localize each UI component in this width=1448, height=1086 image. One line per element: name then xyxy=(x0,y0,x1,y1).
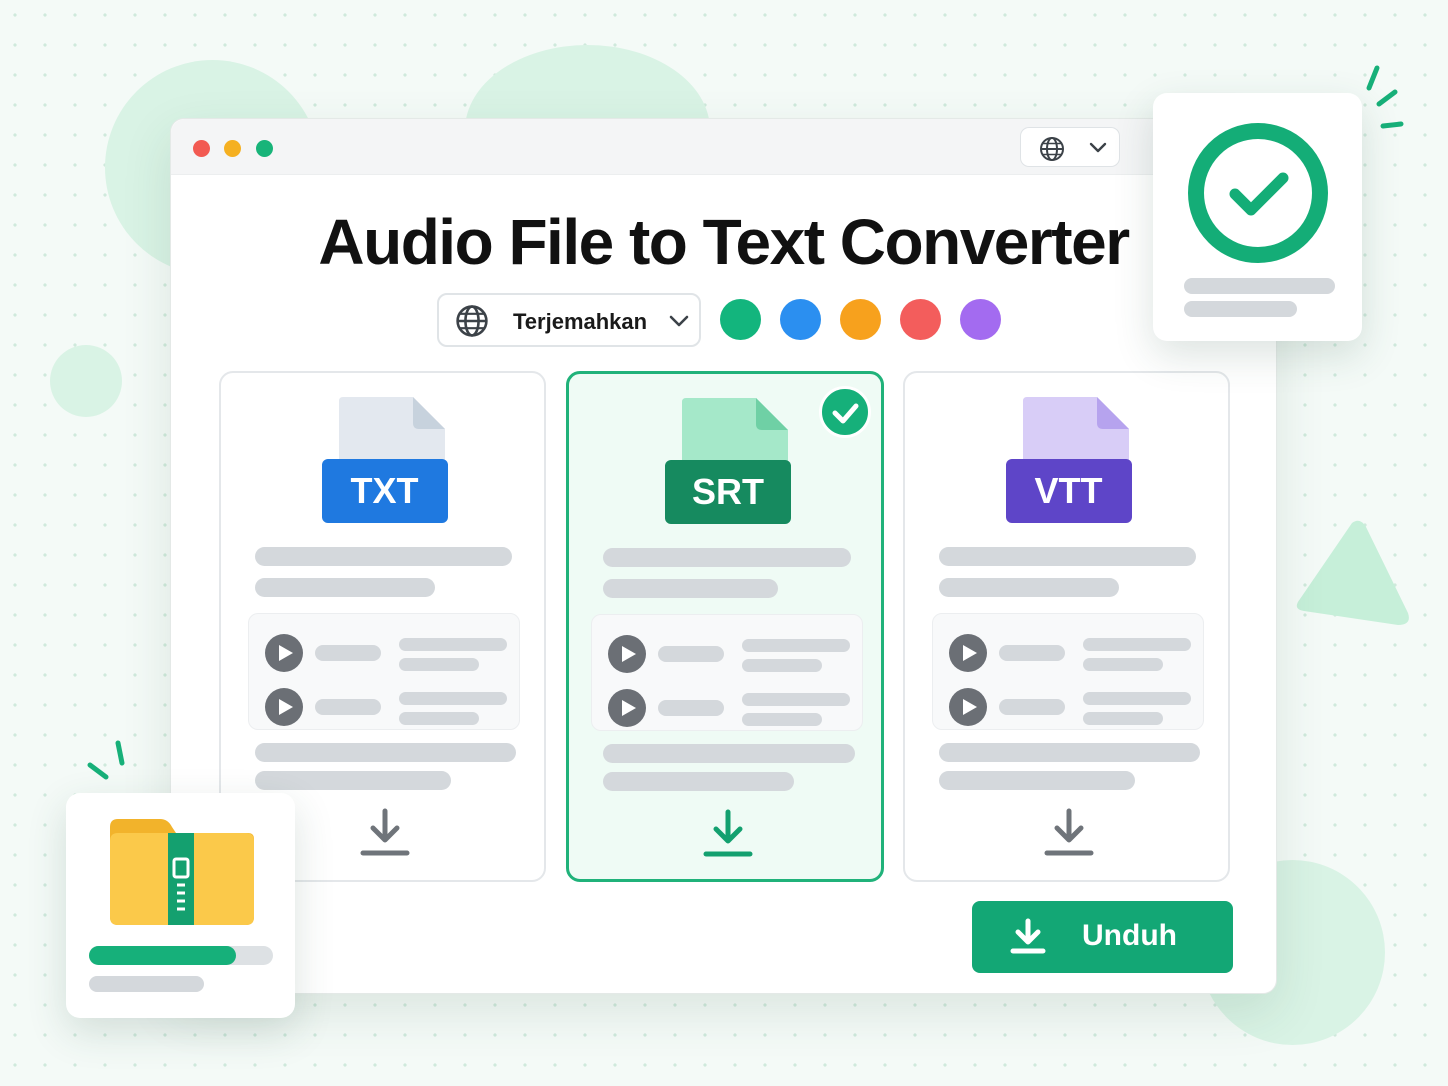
format-card-vtt[interactable]: VTT xyxy=(903,371,1230,882)
format-card-srt[interactable]: SRT xyxy=(566,371,884,882)
placeholder-line xyxy=(603,772,794,791)
placeholder-line xyxy=(998,645,1065,661)
play-button-icon[interactable] xyxy=(264,688,303,726)
placeholder-line xyxy=(314,699,381,715)
chevron-down-icon xyxy=(669,315,689,327)
placeholder-line xyxy=(742,693,850,706)
archive-progress-fill xyxy=(89,946,237,965)
sparkle-icon xyxy=(87,740,125,780)
placeholder-line xyxy=(398,692,507,705)
placeholder-line xyxy=(398,658,479,671)
placeholder-line xyxy=(1184,278,1335,294)
color-swatch-red[interactable] xyxy=(900,299,941,340)
download-button[interactable]: Unduh xyxy=(972,901,1233,973)
format-badge-txt: TXT xyxy=(321,459,448,523)
placeholder-line xyxy=(1082,638,1191,651)
app-window: Audio File to Text Converter Terjemahkan… xyxy=(170,118,1277,994)
placeholder-line xyxy=(1082,658,1163,671)
minimize-window-button[interactable] xyxy=(224,140,241,157)
placeholder-line xyxy=(255,547,512,566)
success-card xyxy=(1153,93,1362,341)
selected-check-icon xyxy=(819,386,871,438)
format-badge-srt: SRT xyxy=(665,460,791,524)
audio-player xyxy=(247,613,520,730)
placeholder-line xyxy=(603,579,778,598)
download-icon[interactable] xyxy=(700,808,756,864)
page-title: Audio File to Text Converter xyxy=(318,206,1130,278)
placeholder-line xyxy=(255,771,452,790)
placeholder-line xyxy=(742,659,822,672)
download-button-label: Unduh xyxy=(1082,919,1177,952)
globe-icon xyxy=(456,305,488,337)
close-window-button[interactable] xyxy=(193,140,210,157)
placeholder-line xyxy=(255,578,435,597)
audio-player xyxy=(591,614,863,731)
placeholder-line xyxy=(939,578,1119,597)
play-button-icon[interactable] xyxy=(264,634,303,672)
language-select-label: Terjemahkan xyxy=(513,309,648,334)
placeholder-line xyxy=(742,713,822,726)
play-button-icon[interactable] xyxy=(948,634,987,672)
archive-progress-track xyxy=(89,946,273,965)
placeholder-line xyxy=(939,547,1196,566)
format-badge-vtt: VTT xyxy=(1005,459,1132,523)
color-swatch-purple[interactable] xyxy=(960,299,1001,340)
audio-player xyxy=(931,613,1204,730)
maximize-window-button[interactable] xyxy=(256,140,273,157)
placeholder-line xyxy=(255,743,516,762)
play-button-icon[interactable] xyxy=(948,688,987,726)
placeholder-line xyxy=(742,639,850,652)
placeholder-line xyxy=(658,700,724,716)
triangle-decoration xyxy=(1296,520,1409,625)
globe-icon xyxy=(1040,137,1064,161)
check-circle-icon xyxy=(1188,123,1328,263)
title-bar xyxy=(171,119,1276,175)
placeholder-line xyxy=(603,548,851,567)
placeholder-line xyxy=(939,771,1136,790)
download-icon xyxy=(1010,918,1046,954)
placeholder-line xyxy=(398,712,479,725)
placeholder-line xyxy=(89,976,204,992)
color-swatch-green[interactable] xyxy=(720,299,761,340)
zip-folder-icon xyxy=(110,819,254,925)
language-select[interactable]: Terjemahkan xyxy=(437,293,701,347)
placeholder-line xyxy=(939,743,1200,762)
archive-card xyxy=(66,793,295,1018)
download-icon[interactable] xyxy=(357,807,413,863)
placeholder-line xyxy=(314,645,381,661)
placeholder-line xyxy=(603,744,855,763)
placeholder-line xyxy=(1082,712,1163,725)
sparkle-icon xyxy=(1366,65,1404,129)
play-button-icon[interactable] xyxy=(608,635,646,673)
placeholder-line xyxy=(1184,301,1297,317)
placeholder-line xyxy=(658,646,724,662)
bg-circle xyxy=(50,345,122,417)
placeholder-line xyxy=(998,699,1065,715)
chevron-down-icon xyxy=(1089,142,1107,153)
color-swatch-blue[interactable] xyxy=(780,299,821,340)
placeholder-line xyxy=(1082,692,1191,705)
language-menu-button[interactable] xyxy=(1020,127,1120,167)
color-swatch-orange[interactable] xyxy=(840,299,881,340)
download-icon[interactable] xyxy=(1041,807,1097,863)
placeholder-line xyxy=(398,638,507,651)
play-button-icon[interactable] xyxy=(608,689,646,727)
